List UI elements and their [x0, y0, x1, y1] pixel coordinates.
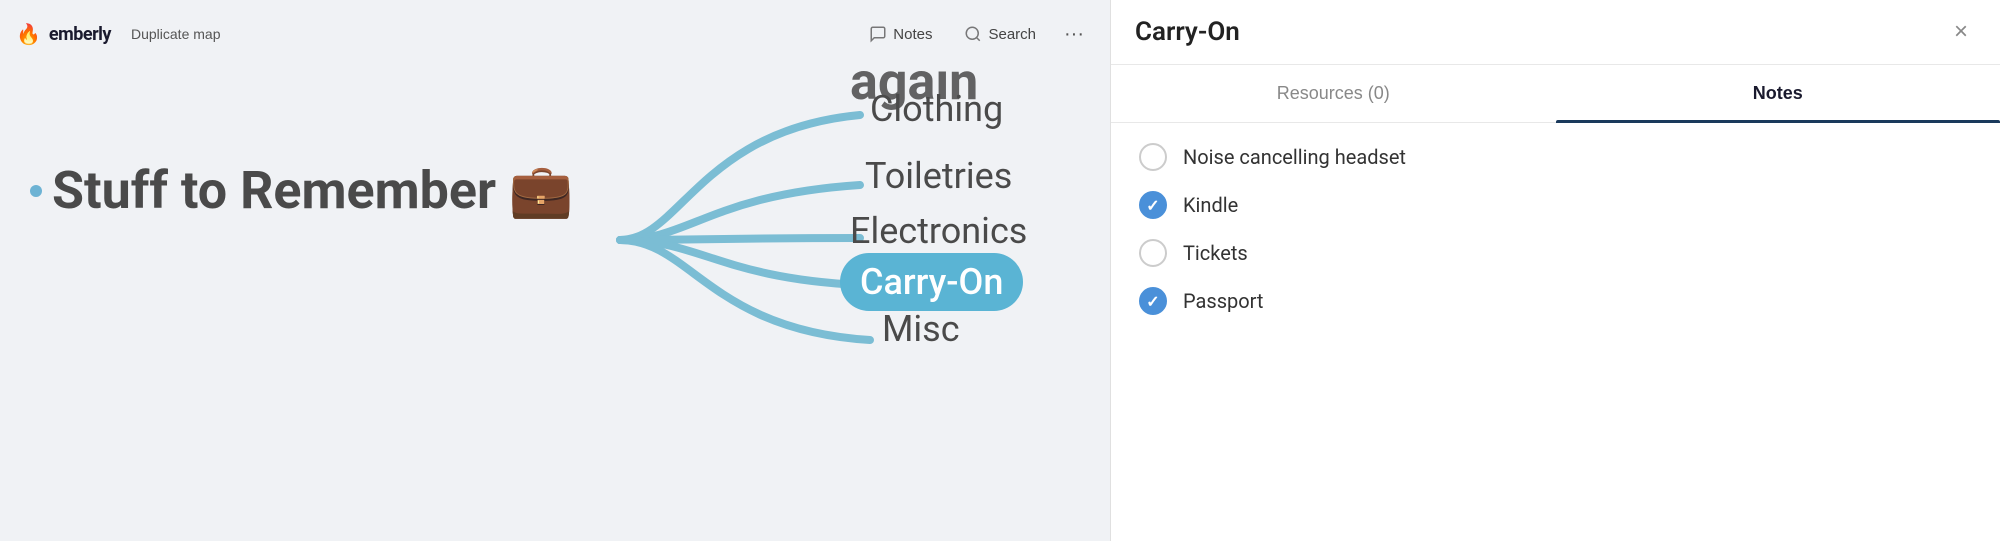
branch-carry-on[interactable]: Carry-On: [840, 253, 1023, 311]
panel-header: Carry-On ×: [1111, 0, 2000, 65]
more-options-button[interactable]: ···: [1054, 17, 1094, 52]
tab-resources[interactable]: Resources (0): [1111, 65, 1556, 122]
item-label-kindle: Kindle: [1183, 193, 1238, 217]
central-node: Stuff to Remember 💼: [30, 160, 574, 221]
branch-electronics[interactable]: Electronics: [850, 210, 1027, 252]
notes-icon: [869, 25, 887, 43]
item-label-tickets: Tickets: [1183, 241, 1248, 265]
checkbox-kindle[interactable]: [1139, 191, 1167, 219]
topbar-actions: Notes Search ···: [855, 17, 1094, 52]
list-item: Kindle: [1139, 191, 1972, 219]
branch-clothing[interactable]: Clothing: [870, 88, 1003, 130]
close-panel-button[interactable]: ×: [1946, 16, 1976, 48]
list-item: Tickets: [1139, 239, 1972, 267]
branch-misc[interactable]: Misc: [882, 308, 960, 350]
panel-title: Carry-On: [1135, 17, 1240, 47]
branches-svg: [0, 0, 900, 541]
list-item: Noise cancelling headset: [1139, 143, 1972, 171]
item-label-noise-cancelling: Noise cancelling headset: [1183, 145, 1406, 169]
checkbox-passport[interactable]: [1139, 287, 1167, 315]
branch-toiletries[interactable]: Toiletries: [865, 155, 1012, 197]
item-label-passport: Passport: [1183, 289, 1263, 313]
notes-button[interactable]: Notes: [855, 19, 946, 49]
topbar: 🔥 emberly Duplicate map Notes Search ···: [0, 0, 1110, 68]
list-item: Passport: [1139, 287, 1972, 315]
mindmap-canvas: 🔥 emberly Duplicate map Notes Search ···: [0, 0, 1110, 541]
panel-notes-content: Noise cancelling headset Kindle Tickets …: [1111, 123, 2000, 335]
panel-tabs: Resources (0) Notes: [1111, 65, 2000, 123]
tab-notes-label: Notes: [1753, 83, 1803, 103]
more-icon: ···: [1064, 23, 1084, 45]
central-node-text: Stuff to Remember 💼: [52, 160, 574, 221]
logo-area: 🔥 emberly: [16, 22, 111, 46]
tab-resources-label: Resources (0): [1277, 83, 1390, 103]
checkbox-noise-cancelling[interactable]: [1139, 143, 1167, 171]
right-panel: Carry-On × Resources (0) Notes Noise can…: [1110, 0, 2000, 541]
search-button[interactable]: Search: [950, 19, 1050, 49]
tab-notes[interactable]: Notes: [1556, 65, 2000, 122]
search-label: Search: [988, 26, 1036, 43]
notes-label: Notes: [893, 26, 932, 43]
duplicate-map-button[interactable]: Duplicate map: [123, 22, 229, 46]
checkbox-tickets[interactable]: [1139, 239, 1167, 267]
logo-icon: 🔥: [16, 22, 41, 46]
search-icon: [964, 25, 982, 43]
logo-text: emberly: [49, 24, 111, 45]
central-dot: [30, 185, 42, 197]
